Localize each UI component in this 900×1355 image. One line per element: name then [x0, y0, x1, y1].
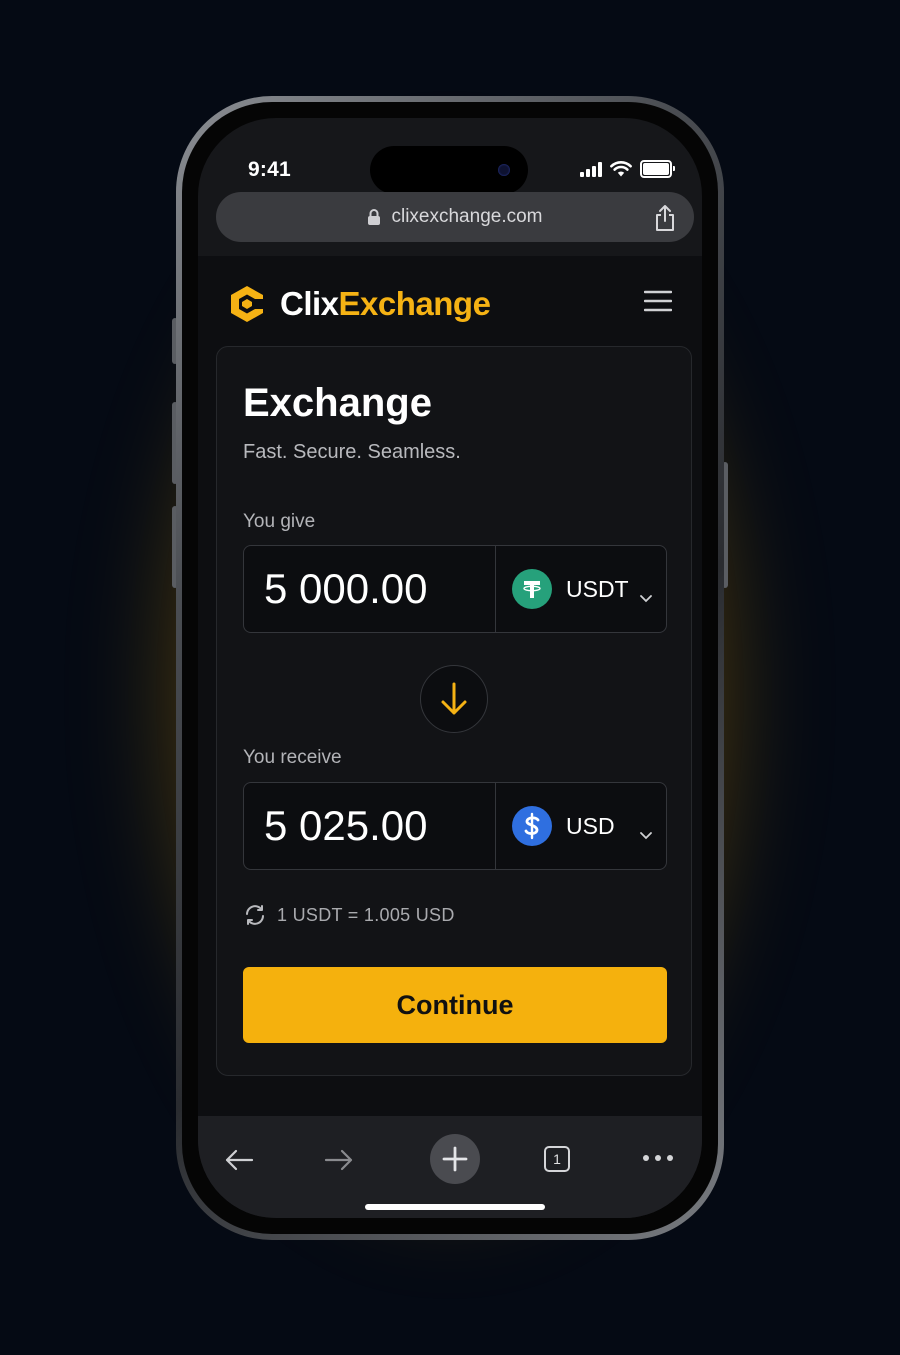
plus-icon [430, 1134, 480, 1184]
dynamic-island [370, 146, 528, 194]
arrow-down-icon [441, 682, 467, 715]
swap-direction-button[interactable] [420, 665, 488, 733]
give-label: You give [243, 511, 316, 532]
share-icon[interactable] [654, 204, 676, 238]
brand-name: ClixExchange [280, 285, 491, 323]
exchange-rate: 1 USDT = 1.005 USD [243, 903, 455, 927]
phone-screen: 9:41 clixexchange.com ClixExchange Excha… [198, 118, 702, 1218]
receive-currency-select[interactable]: USD [496, 783, 666, 869]
page-title: Exchange [243, 381, 432, 425]
exchange-rate-text: 1 USDT = 1.005 USD [277, 904, 455, 925]
status-icons [580, 160, 675, 178]
phone-frame: 9:41 clixexchange.com ClixExchange Excha… [176, 96, 724, 1240]
more-options-icon[interactable] [642, 1154, 674, 1162]
page-subtitle: Fast. Secure. Seamless. [243, 441, 461, 463]
web-page: ClixExchange Exchange Fast. Secure. Seam… [198, 256, 702, 1116]
home-indicator[interactable] [365, 1204, 545, 1210]
front-camera [498, 164, 510, 176]
continue-button[interactable]: Continue [243, 967, 667, 1043]
receive-label: You receive [243, 747, 342, 768]
battery-icon [640, 160, 675, 178]
wifi-icon [610, 161, 632, 177]
receive-field: 5 025.00 USD [243, 782, 667, 870]
give-field: 5 000.00 USDT [243, 545, 667, 633]
hamburger-menu-icon[interactable] [643, 290, 673, 317]
dollar-coin-icon [512, 806, 552, 846]
back-arrow-icon[interactable] [224, 1148, 254, 1172]
phone-bezel: 9:41 clixexchange.com ClixExchange Excha… [182, 102, 718, 1234]
url-text: clixexchange.com [391, 206, 543, 227]
lock-icon [367, 208, 381, 226]
refresh-icon [246, 905, 264, 925]
give-amount-input[interactable]: 5 000.00 [244, 546, 496, 632]
address-bar[interactable]: clixexchange.com [216, 192, 694, 242]
chevron-down-icon [640, 819, 652, 846]
tabs-button[interactable]: 1 [544, 1146, 570, 1172]
browser-toolbar: 1 [198, 1116, 702, 1218]
clix-logo-icon [231, 286, 263, 322]
brand-name-part2: Exchange [338, 285, 491, 322]
tabs-count: 1 [544, 1146, 570, 1172]
forward-arrow-icon[interactable] [324, 1148, 354, 1172]
receive-currency-label: USD [566, 812, 615, 839]
chevron-down-icon [640, 582, 652, 609]
exchange-card: Exchange Fast. Secure. Seamless. You giv… [216, 346, 692, 1076]
cellular-signal-icon [580, 161, 602, 177]
brand-logo[interactable]: ClixExchange [228, 284, 491, 324]
new-tab-button[interactable] [430, 1134, 480, 1184]
receive-amount-output[interactable]: 5 025.00 [244, 783, 496, 869]
brand-name-part1: Clix [280, 285, 339, 322]
status-time: 9:41 [248, 158, 291, 181]
tether-icon [512, 569, 552, 609]
give-currency-select[interactable]: USDT [496, 546, 666, 632]
give-currency-label: USDT [566, 575, 629, 602]
